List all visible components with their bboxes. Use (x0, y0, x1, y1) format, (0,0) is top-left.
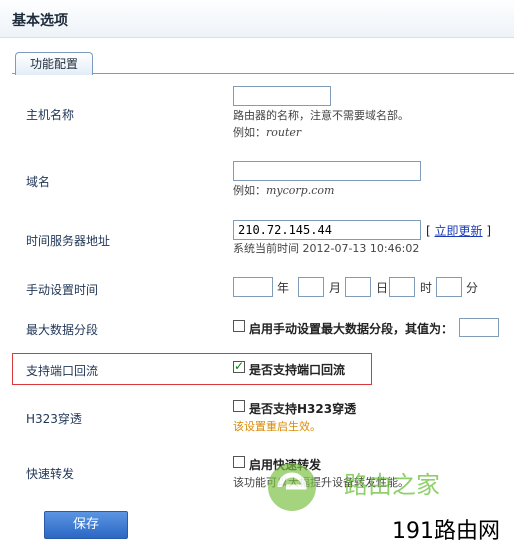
domain-label: 域名 (26, 175, 51, 189)
day-input[interactable] (345, 277, 371, 297)
hostname-input[interactable] (233, 86, 331, 106)
bracket-open: [ (426, 224, 431, 238)
watermark-logo-text: 路由之家 (344, 471, 440, 499)
year-unit: 年 (277, 281, 290, 295)
h323-note: 该设置重启生效。 (233, 420, 321, 433)
tab-function-config[interactable]: 功能配置 (15, 52, 93, 75)
tab-strip: 功能配置 (12, 52, 514, 75)
minute-input[interactable] (436, 277, 462, 297)
page-header: 基本选项 (0, 0, 514, 38)
manual-time-label: 手动设置时间 (26, 283, 99, 297)
month-input[interactable] (298, 277, 324, 297)
mss-checkbox-label: 启用手动设置最大数据分段，其值为： (249, 322, 454, 336)
bracket-close: ] (486, 224, 492, 238)
minute-unit: 分 (466, 281, 479, 295)
hostname-hint: 路由器的名称，注意不需要域名部。 (233, 109, 409, 122)
loopback-label: 支持端口回流 (26, 364, 99, 378)
ntp-server-input[interactable] (233, 220, 421, 240)
save-button[interactable]: 保存 (44, 511, 128, 539)
fast-forward-label: 快速转发 (26, 467, 75, 481)
hour-unit: 时 (420, 281, 433, 295)
h323-label: H323穿透 (26, 412, 82, 426)
month-unit: 月 (329, 281, 342, 295)
hostname-example: 例如：router (233, 126, 302, 139)
mss-value-input[interactable] (459, 318, 499, 337)
ntp-label: 时间服务器地址 (26, 234, 111, 248)
mss-label: 最大数据分段 (26, 323, 99, 337)
hostname-label: 主机名称 (26, 108, 75, 122)
system-time: 系统当前时间 2012-07-13 10:46:02 (233, 242, 420, 255)
year-input[interactable] (233, 277, 273, 297)
page-title: 基本选项 (12, 13, 68, 29)
fast-forward-checkbox[interactable] (233, 456, 245, 468)
day-unit: 日 (376, 281, 389, 295)
update-now-link[interactable]: 立即更新 (435, 224, 483, 238)
mss-checkbox[interactable] (233, 320, 245, 332)
watermark-site-text: 191路由网 (392, 519, 500, 544)
loopback-checkbox-label: 是否支持端口回流 (249, 363, 346, 377)
loopback-checkbox[interactable] (233, 359, 245, 373)
ntp-update-group: [ 立即更新 ] (426, 222, 491, 239)
h323-checkbox[interactable] (233, 400, 245, 412)
h323-checkbox-label: 是否支持H323穿透 (249, 402, 357, 416)
domain-example: 例如：mycorp.com (233, 184, 335, 197)
domain-input[interactable] (233, 161, 421, 181)
hour-input[interactable] (389, 277, 415, 297)
